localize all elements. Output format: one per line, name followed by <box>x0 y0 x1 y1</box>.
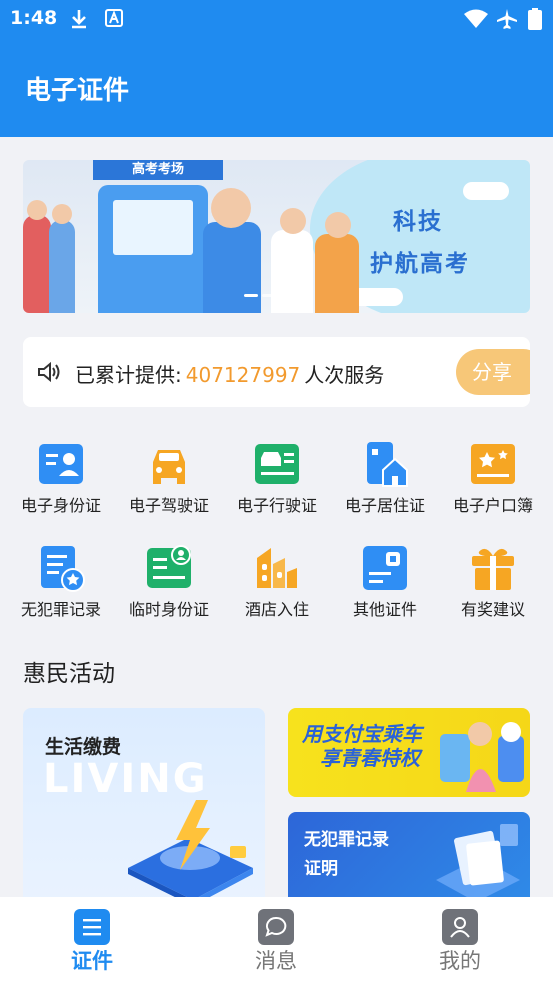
record-line-2: 证明 <box>304 859 338 879</box>
service-label: 电子居住证 <box>344 496 425 515</box>
id-card-icon <box>37 440 85 488</box>
service-label: 电子户口簿 <box>452 496 533 515</box>
temp-id-icon <box>145 544 193 592</box>
user-icon <box>442 909 478 945</box>
record-badge-icon <box>37 544 85 592</box>
person-head <box>280 208 306 234</box>
service-label: 其他证件 <box>352 600 417 619</box>
download-icon <box>68 8 90 34</box>
tab-label: 证件 <box>71 949 113 973</box>
household-book-icon <box>469 440 517 488</box>
tab-label: 消息 <box>255 949 297 973</box>
record-line-1: 无犯罪记录 <box>304 830 389 850</box>
font-app-icon <box>104 8 124 32</box>
car-icon <box>145 440 193 488</box>
tab-messages[interactable]: 消息 <box>184 897 368 983</box>
service-item[interactable]: 其他证件 <box>331 544 439 634</box>
battery-icon <box>528 8 542 34</box>
certificate-stack-icon <box>428 822 523 906</box>
airplane-icon <box>496 8 518 34</box>
person-head <box>52 204 72 224</box>
service-label: 电子身份证 <box>20 496 101 515</box>
service-item[interactable]: 电子户口簿 <box>439 440 547 530</box>
service-item[interactable]: 有奖建议 <box>439 544 547 634</box>
student-head <box>211 188 251 228</box>
bottom-tab-bar: 证件 消息 我的 <box>0 897 553 983</box>
kiosk-screen <box>113 200 193 255</box>
service-count-notice: 已累计提供: 407127997 人次服务 分享 <box>23 337 530 407</box>
banner-carousel[interactable]: 高考考场 科技 护航高考 <box>23 160 530 313</box>
share-button[interactable]: 分享 <box>456 349 530 395</box>
residence-icon <box>361 440 409 488</box>
gift-icon <box>469 544 517 592</box>
service-item[interactable]: 临时身份证 <box>115 544 223 634</box>
service-label: 电子行驶证 <box>236 496 317 515</box>
service-item[interactable]: 无犯罪记录 <box>7 544 115 634</box>
section-title: 惠民活动 <box>23 661 115 687</box>
person-figure <box>49 220 75 313</box>
carousel-dots <box>244 294 309 298</box>
carousel-dot <box>244 294 258 297</box>
notice-text: 已累计提供: 407127997 人次服务 <box>75 359 384 388</box>
person-figure <box>271 230 313 313</box>
service-label: 有奖建议 <box>460 600 525 619</box>
service-label: 电子驾驶证 <box>128 496 209 515</box>
promo-figure-icon <box>438 716 526 796</box>
tab-profile[interactable]: 我的 <box>368 897 552 983</box>
service-label: 无犯罪记录 <box>20 600 101 619</box>
menu-list-icon <box>74 909 110 945</box>
student-figure <box>203 222 261 313</box>
other-cert-icon <box>361 544 409 592</box>
service-count: 407127997 <box>185 363 301 387</box>
living-bg-text: LIVING <box>43 756 208 802</box>
living-payment-card[interactable]: LIVING 生活缴费 <box>23 708 265 908</box>
status-bar: 1:48 <box>0 0 553 37</box>
person-head <box>325 212 351 238</box>
status-time: 1:48 <box>10 7 58 29</box>
banner-tag: 高考考场 <box>93 160 223 180</box>
app-bar: 电子证件 <box>0 37 553 137</box>
service-item[interactable]: 电子身份证 <box>7 440 115 530</box>
person-figure <box>23 215 51 313</box>
speaker-icon <box>37 361 61 387</box>
banner-line-2: 护航高考 <box>370 251 470 277</box>
service-item[interactable]: 电子行驶证 <box>223 440 331 530</box>
notice-suffix: 人次服务 <box>304 363 385 387</box>
notice-prefix: 已累计提供: <box>75 363 182 387</box>
person-figure <box>315 234 359 313</box>
chat-bubble-icon <box>258 909 294 945</box>
criminal-record-card[interactable]: 无犯罪记录 证明 <box>288 812 530 908</box>
alipay-line-1: 用支付宝乘车 <box>302 722 422 746</box>
service-item[interactable]: 电子居住证 <box>331 440 439 530</box>
alipay-card-text: 用支付宝乘车 享青春特权 <box>302 722 422 770</box>
hotel-icon <box>253 544 301 592</box>
alipay-ride-card[interactable]: 用支付宝乘车 享青春特权 <box>288 708 530 797</box>
service-item[interactable]: 酒店入住 <box>223 544 331 634</box>
carousel-dot <box>278 294 290 297</box>
service-label: 酒店入住 <box>244 600 309 619</box>
wifi-icon <box>463 8 489 34</box>
record-card-text: 无犯罪记录 证明 <box>304 826 389 884</box>
tab-certificates[interactable]: 证件 <box>0 897 184 983</box>
service-item[interactable]: 电子驾驶证 <box>115 440 223 530</box>
lightning-platform-icon <box>118 798 258 908</box>
vehicle-license-icon <box>253 440 301 488</box>
carousel-dot <box>294 294 306 297</box>
cloud-shape <box>463 182 509 200</box>
banner-line-1: 科技 <box>393 209 443 235</box>
page-title: 电子证件 <box>25 76 130 106</box>
alipay-line-2: 享青春特权 <box>320 746 420 770</box>
living-card-title: 生活缴费 <box>45 736 122 758</box>
tab-label: 我的 <box>439 949 481 973</box>
carousel-dot <box>262 294 274 297</box>
service-label: 临时身份证 <box>128 600 209 619</box>
person-head <box>27 200 47 220</box>
